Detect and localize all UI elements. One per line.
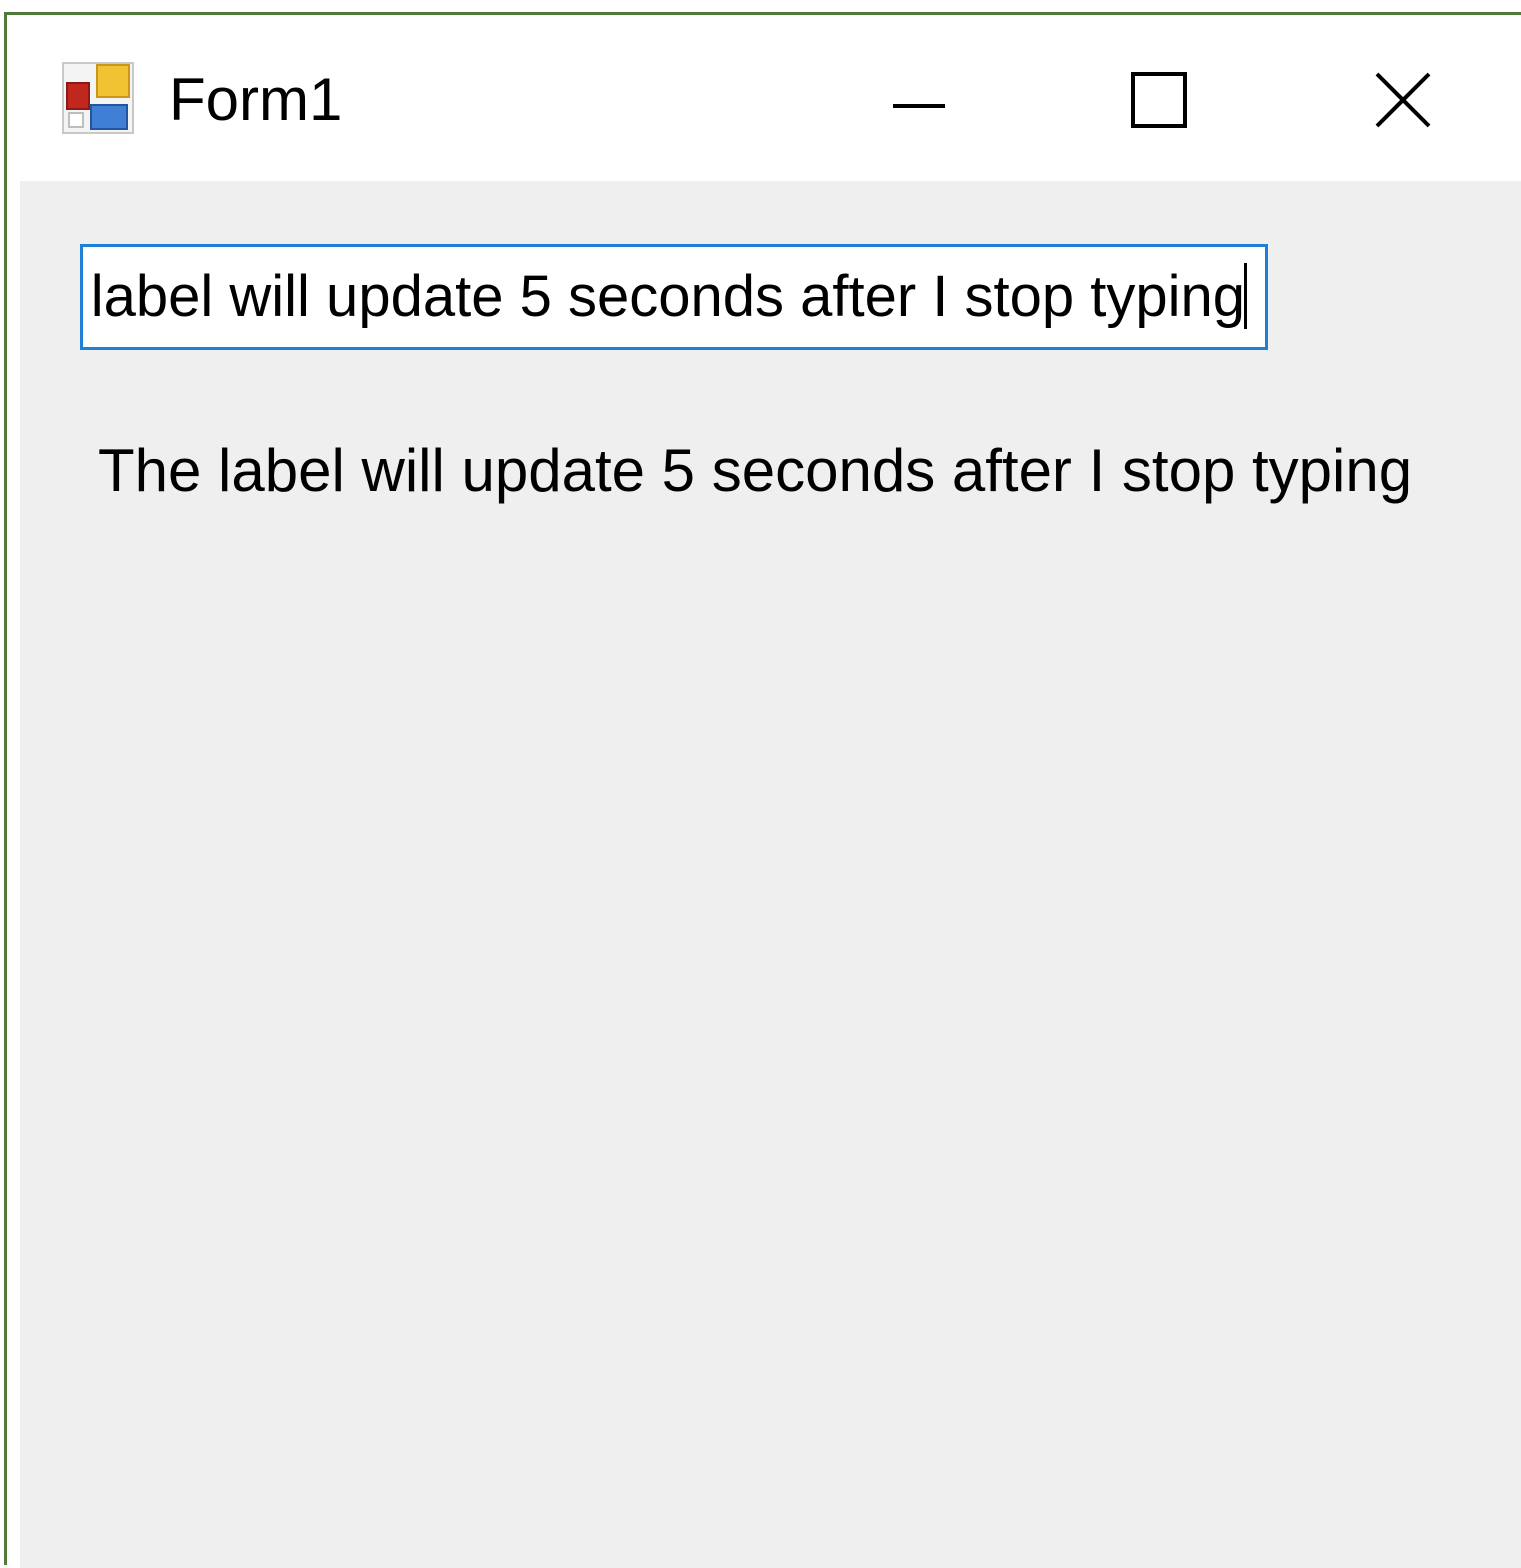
minimize-icon [893,104,945,108]
form-client-area: The label will update 5 seconds after I … [20,181,1521,1568]
text-caret [1244,263,1247,329]
window-title: Form1 [169,66,343,133]
text-input[interactable]: The label will update 5 seconds after I … [80,244,1268,350]
form-window: Form1 The label will update 5 seconds af… [4,12,1521,1568]
maximize-button[interactable] [1099,45,1219,155]
close-button[interactable] [1343,45,1463,155]
text-input-value: The label will update 5 seconds after I … [80,264,1245,329]
output-label: The label will update 5 seconds after I … [98,437,1413,504]
maximize-icon [1131,72,1187,128]
close-icon [1375,72,1431,128]
minimize-button[interactable] [859,45,979,155]
title-bar[interactable]: Form1 [7,15,1521,181]
app-icon [62,62,134,134]
